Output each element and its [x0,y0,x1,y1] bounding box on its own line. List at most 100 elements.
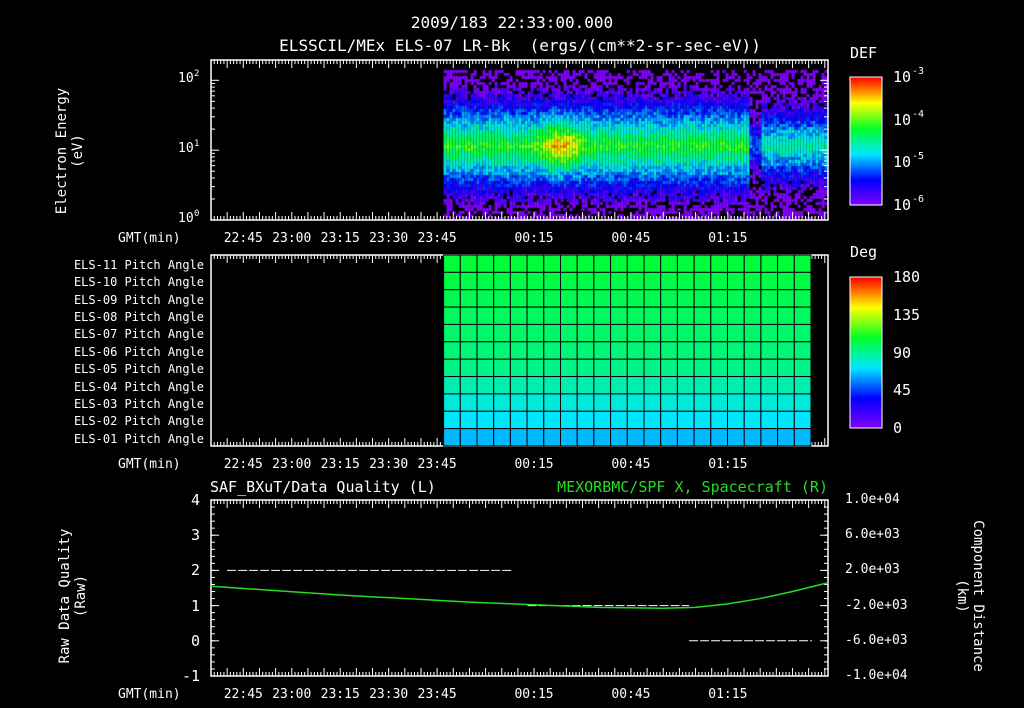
pitch-cell [559,341,578,360]
pitch-cell [793,410,812,430]
pitch-cell [743,323,762,343]
pitch-cell [610,376,628,395]
energy-tick-label: 10 [178,71,194,87]
pitch-cell [693,376,712,395]
pitch-cell [676,254,695,273]
pitch-cell [443,289,461,308]
pitch-cell [626,289,645,308]
pitch-cell [509,410,528,430]
pitch-cell [660,376,678,395]
deg-colorbar-tick: 45 [893,381,912,400]
energy-tick-label: 10 [178,211,194,226]
pitch-cell [509,323,528,343]
pitch-cell [610,410,628,430]
pitch-cell [593,323,612,343]
plot-title: ELSSCIL/MEx ELS-07 LR-Bk (ergs/(cm**2-sr… [279,36,761,55]
pitch-cell [476,410,495,430]
pitch-cell [660,428,678,447]
time-tick-label: 22:45 [223,457,263,472]
pitch-cell [660,306,678,325]
pitch-cell [543,428,561,447]
pitch-cell [660,341,678,360]
pitch-cell [476,306,495,325]
pitch-cell [643,306,662,325]
pitch-cell [610,289,628,308]
pitch-cell [760,289,779,308]
pitch-cell [676,376,695,395]
energy-tick-exponent: 1 [194,139,200,150]
pitch-cell [443,254,461,273]
distance-tick-label: 1.0e+04 [845,492,900,507]
pitch-cell [476,341,495,360]
energy-tick-exponent: 2 [194,69,200,80]
quality-tick-label: 1 [190,596,200,615]
deg-colorbar-tick: 135 [893,305,921,324]
pitch-cell [626,358,645,378]
def-colorbar-exponent: -6 [912,194,925,205]
pitch-cell [743,341,762,360]
pitch-cell [743,393,762,412]
pitch-cell [793,358,812,378]
pitch-cell [509,289,528,308]
pitch-cell [493,410,511,430]
pitch-cell [793,323,812,343]
pitch-cell [593,358,612,378]
def-colorbar-tick: 10 [893,196,912,214]
pitch-cell [543,393,561,412]
time-tick-label: 00:15 [514,687,554,702]
pitch-cell [726,254,745,273]
pitch-cell [726,271,745,291]
pitch-cell [610,254,628,273]
deg-colorbar-label: Deg [850,243,878,261]
pitch-cell [543,341,561,360]
pitch-cell [760,428,779,447]
pitch-cell [526,306,545,325]
time-tick-label: 00:15 [514,457,554,472]
pitch-cell [777,410,795,430]
pitch-cell [793,376,812,395]
pitch-row-label: ELS-01 Pitch Angle [73,431,204,446]
pitch-cell [543,254,561,273]
pitch-cell [443,428,461,447]
pitch-cell [626,323,645,343]
pitch-cell [593,410,612,430]
pitch-cell [743,306,762,325]
pitch-cell [660,358,678,378]
pitch-cell [777,289,795,308]
pitch-cell [710,254,728,273]
pitch-cell [726,323,745,343]
def-colorbar-exponent: -5 [912,151,925,163]
pitch-cell [710,341,728,360]
pitch-cell [626,428,645,447]
pitch-cell [743,289,762,308]
pitch-cell [777,306,795,325]
pitch-cell [559,271,578,291]
time-tick-label: 23:15 [320,687,360,702]
pitch-cell [760,323,779,343]
distance-tick-label: -2.0e+03 [845,597,908,613]
time-axis-label: GMT(min) [118,687,181,702]
pitch-cell [643,271,662,291]
pitch-cell [760,393,779,412]
pitch-row-label: ELS-04 Pitch Angle [73,379,204,394]
pitch-cell [693,393,712,412]
pitch-cell [593,393,612,412]
pitch-cell [543,358,561,378]
pitch-cell [509,428,528,447]
pitch-cell [777,271,795,291]
pitch-cell [443,306,461,325]
pitch-cell [559,289,578,308]
pitch-cell [793,428,812,447]
pitch-cell [710,376,728,395]
plot-window: 2009/183 22:33:00.000 ELSSCIL/MEx ELS-07… [0,0,1024,708]
pitch-cell [476,358,495,378]
pitch-cell [559,254,578,273]
pitch-cell [793,271,812,291]
pitch-cell [559,393,578,412]
pitch-cell [626,254,645,273]
time-tick-label: 23:15 [320,231,360,246]
pitch-row-label: ELS-11 Pitch Angle [73,258,204,272]
pitch-cell [509,306,528,325]
energy-axis-label: Electron Energy (eV) [54,87,86,215]
pitch-cell [443,358,461,378]
